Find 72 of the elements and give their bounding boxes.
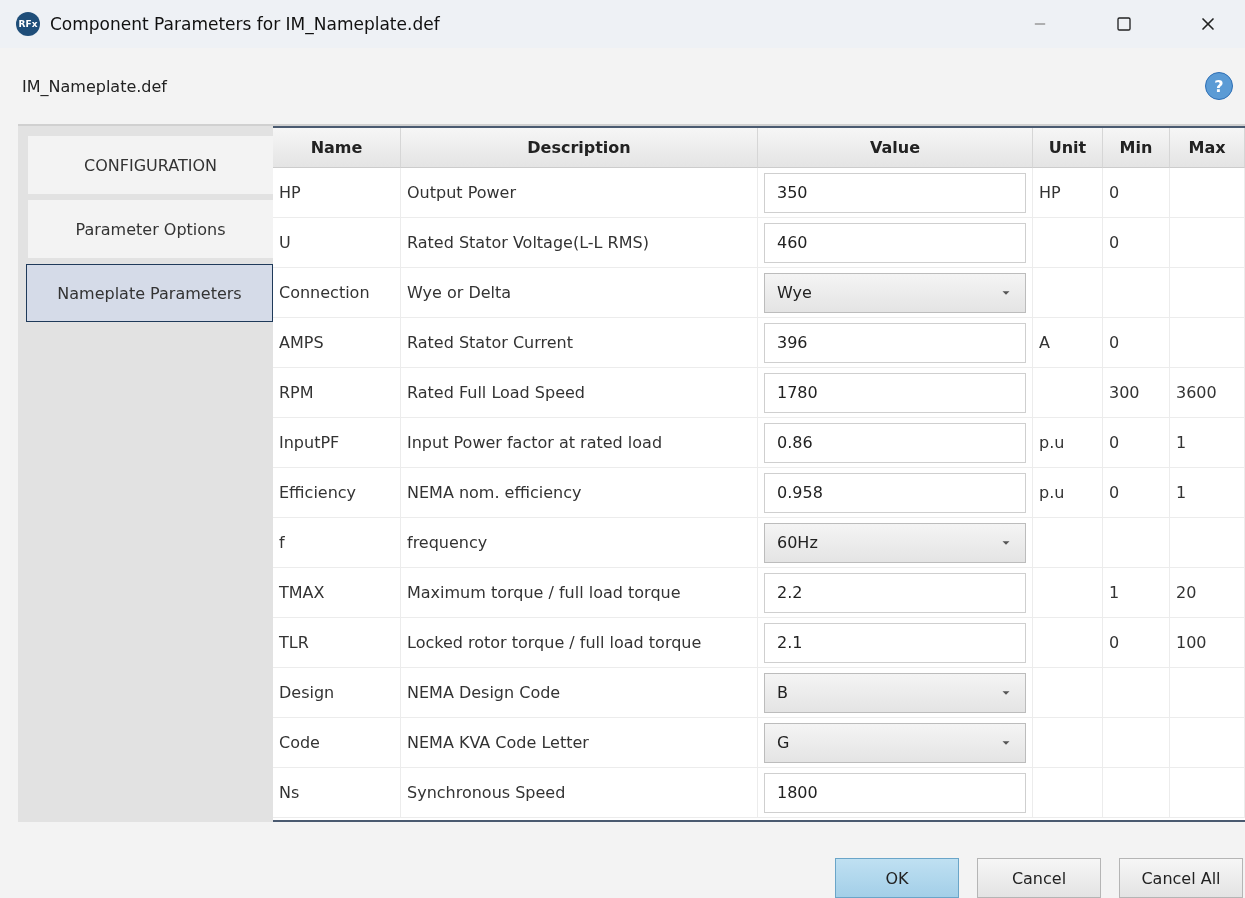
table-cell: 20 bbox=[1170, 568, 1245, 618]
table-cell: 1 bbox=[1170, 468, 1245, 518]
table-cell: 300 bbox=[1103, 368, 1170, 418]
value-field[interactable]: 0.86 bbox=[764, 422, 1026, 463]
value-dropdown[interactable]: Wye bbox=[764, 272, 1026, 313]
table-cell: p.u bbox=[1033, 468, 1103, 518]
table-cell: frequency bbox=[401, 518, 758, 568]
column-header: Unit bbox=[1033, 128, 1103, 168]
tab[interactable]: Parameter Options bbox=[28, 200, 273, 258]
table-cell: 0 bbox=[1103, 168, 1170, 218]
table-cell: 1 bbox=[1103, 568, 1170, 618]
table-cell: Connection bbox=[273, 268, 401, 318]
table-cell: Efficiency bbox=[273, 468, 401, 518]
table-cell: 0 bbox=[1103, 468, 1170, 518]
table-cell: Wye or Delta bbox=[401, 268, 758, 318]
table-cell: Locked rotor torque / full load torque bbox=[401, 618, 758, 668]
table-cell: AMPS bbox=[273, 318, 401, 368]
window-title: Component Parameters for IM_Nameplate.def bbox=[50, 14, 441, 34]
value-field[interactable]: 460 bbox=[764, 222, 1026, 263]
table-cell: TMAX bbox=[273, 568, 401, 618]
column-header: Value bbox=[758, 128, 1033, 168]
column-header: Min bbox=[1103, 128, 1170, 168]
table-cell: Code bbox=[273, 718, 401, 768]
value-field[interactable]: 2.2 bbox=[764, 572, 1026, 613]
table-cell: 100 bbox=[1170, 618, 1245, 668]
table-cell: InputPF bbox=[273, 418, 401, 468]
table-cell: Output Power bbox=[401, 168, 758, 218]
value-dropdown[interactable]: 60Hz bbox=[764, 522, 1026, 563]
table-cell: Rated Stator Voltage(L-L RMS) bbox=[401, 218, 758, 268]
value-dropdown[interactable]: G bbox=[764, 722, 1026, 763]
table-cell: 1 bbox=[1170, 418, 1245, 468]
table-cell: NEMA nom. efficiency bbox=[401, 468, 758, 518]
table-cell: Maximum torque / full load torque bbox=[401, 568, 758, 618]
value-field[interactable]: 1780 bbox=[764, 372, 1026, 413]
table-cell: NEMA Design Code bbox=[401, 668, 758, 718]
table-cell: Design bbox=[273, 668, 401, 718]
table-cell: 0 bbox=[1103, 318, 1170, 368]
tab[interactable]: Nameplate Parameters bbox=[26, 264, 273, 322]
dialog-button[interactable]: OK bbox=[835, 858, 959, 898]
table-cell: 3600 bbox=[1170, 368, 1245, 418]
value-field[interactable]: 2.1 bbox=[764, 622, 1026, 663]
column-header: Max bbox=[1170, 128, 1245, 168]
table-cell: 0 bbox=[1103, 218, 1170, 268]
value-dropdown[interactable]: B bbox=[764, 672, 1026, 713]
maximize-icon[interactable] bbox=[1116, 16, 1132, 32]
dialog-button[interactable]: Cancel All bbox=[1119, 858, 1243, 898]
table-cell: Rated Full Load Speed bbox=[401, 368, 758, 418]
table-cell: HP bbox=[273, 168, 401, 218]
table-cell: TLR bbox=[273, 618, 401, 668]
table-cell: RPM bbox=[273, 368, 401, 418]
value-field[interactable]: 1800 bbox=[764, 772, 1026, 813]
value-field[interactable]: 350 bbox=[764, 172, 1026, 213]
app-logo: RFx bbox=[16, 12, 40, 36]
tab[interactable]: CONFIGURATION bbox=[28, 136, 273, 194]
table-cell: Synchronous Speed bbox=[401, 768, 758, 818]
column-header: Description bbox=[401, 128, 758, 168]
table-cell: 0 bbox=[1103, 418, 1170, 468]
table-cell: Ns bbox=[273, 768, 401, 818]
table-cell: Input Power factor at rated load bbox=[401, 418, 758, 468]
dialog-button[interactable]: Cancel bbox=[977, 858, 1101, 898]
value-field[interactable]: 0.958 bbox=[764, 472, 1026, 513]
table-cell: NEMA KVA Code Letter bbox=[401, 718, 758, 768]
table-cell: p.u bbox=[1033, 418, 1103, 468]
table-cell: f bbox=[273, 518, 401, 568]
table-cell: U bbox=[273, 218, 401, 268]
column-header: Name bbox=[273, 128, 401, 168]
table-cell: Rated Stator Current bbox=[401, 318, 758, 368]
table-cell: 0 bbox=[1103, 618, 1170, 668]
table-cell: HP bbox=[1033, 168, 1103, 218]
file-name: IM_Nameplate.def bbox=[22, 76, 167, 96]
table-cell: A bbox=[1033, 318, 1103, 368]
value-field[interactable]: 396 bbox=[764, 322, 1026, 363]
